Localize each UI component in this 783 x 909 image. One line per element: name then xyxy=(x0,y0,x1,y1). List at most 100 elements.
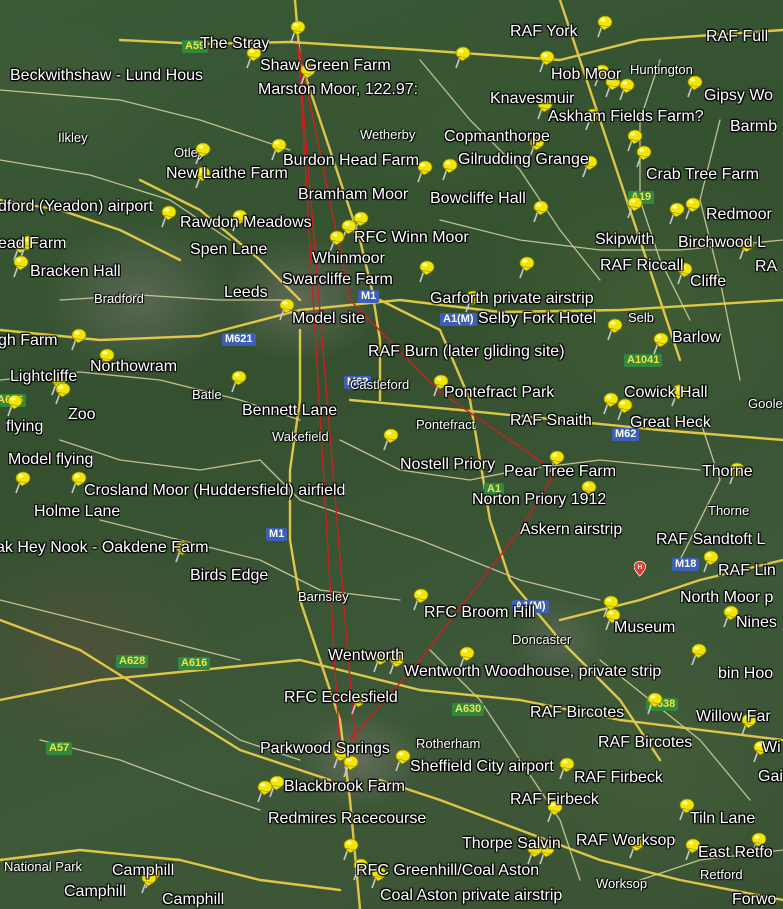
placemark-label[interactable]: Beckwithshaw - Lund Hous xyxy=(10,67,203,85)
pushpin-icon[interactable] xyxy=(642,690,664,716)
placemark-label[interactable]: North Moor p xyxy=(680,589,773,607)
placemark-label[interactable]: RAF Riccall xyxy=(600,257,684,275)
placemark-label[interactable]: RFC Greenhill/Coal Aston xyxy=(356,862,539,880)
placemark-label[interactable]: Nines xyxy=(736,614,777,632)
pushpin-icon[interactable] xyxy=(156,203,178,229)
placemark-label[interactable]: Barmb xyxy=(730,118,777,136)
placemark-label[interactable]: Bramham Moor xyxy=(298,186,408,204)
placemark-label[interactable]: Crab Tree Farm xyxy=(646,166,759,184)
satellite-map[interactable]: A59A19M1A1(M)M621A1041M62A646M62A1M1M18A… xyxy=(0,0,783,909)
pushpin-icon[interactable] xyxy=(2,392,24,418)
pushpin-icon[interactable] xyxy=(378,426,400,452)
placemark-label[interactable]: Cowick Hall xyxy=(624,384,708,402)
placemark-label[interactable]: Great Heck xyxy=(630,414,711,432)
pushpin-icon[interactable] xyxy=(528,198,550,224)
placemark-label[interactable]: Parkwood Springs xyxy=(260,740,390,758)
pushpin-icon[interactable] xyxy=(190,140,212,166)
placemark-label[interactable]: Rawdon Meadows xyxy=(180,214,312,232)
placemark-label[interactable]: Museum xyxy=(614,619,675,637)
pushpin-icon[interactable] xyxy=(514,254,536,280)
hospital-icon[interactable]: H xyxy=(634,560,650,582)
placemark-label[interactable]: Pear Tree Farm xyxy=(504,463,616,481)
placemark-label[interactable]: Shaw Green Farm xyxy=(260,57,391,75)
placemark-label[interactable]: Forwo xyxy=(732,891,776,909)
placemark-label[interactable]: East Retfo xyxy=(698,844,773,862)
placemark-label[interactable]: ead Farm xyxy=(0,235,66,253)
pushpin-icon[interactable] xyxy=(554,755,576,781)
placemark-label[interactable]: Knavesmuir xyxy=(490,90,574,108)
placemark-label[interactable]: Burdon Head Farm xyxy=(283,152,419,170)
placemark-label[interactable]: New Laithe Farm xyxy=(166,165,288,183)
pushpin-icon[interactable] xyxy=(602,316,624,342)
placemark-label[interactable]: Camphill xyxy=(162,891,224,909)
pushpin-icon[interactable] xyxy=(592,13,614,39)
placemark-label[interactable]: gh Farm xyxy=(0,332,58,350)
placemark-label[interactable]: RAF Snaith xyxy=(510,412,592,430)
placemark-label[interactable]: Model site xyxy=(292,310,365,328)
placemark-label[interactable]: Askern airstrip xyxy=(520,521,622,539)
placemark-label[interactable]: Cliffe xyxy=(690,273,726,291)
placemark-label[interactable]: Selby Fork Hotel xyxy=(478,310,596,328)
placemark-label[interactable]: flying xyxy=(6,418,43,436)
placemark-label[interactable]: Redmoor xyxy=(706,206,772,224)
placemark-label[interactable]: RAF Burn (later gliding site) xyxy=(368,343,565,361)
placemark-label[interactable]: Holme Lane xyxy=(34,503,120,521)
placemark-label[interactable]: Garforth private airstrip xyxy=(430,290,594,308)
placemark-label[interactable]: Tiln Lane xyxy=(690,810,755,828)
placemark-label[interactable]: Northowram xyxy=(90,358,177,376)
placemark-label[interactable]: Barlow xyxy=(672,329,721,347)
placemark-label[interactable]: Pontefract Park xyxy=(444,384,554,402)
pushpin-icon[interactable] xyxy=(437,156,459,182)
placemark-label[interactable]: Swarcliffe Farm xyxy=(282,271,393,289)
pushpin-icon[interactable] xyxy=(252,778,274,804)
placemark-label[interactable]: Askham Fields Farm? xyxy=(548,108,704,126)
placemark-label[interactable]: RAF Bircotes xyxy=(530,704,624,722)
placemark-label[interactable]: Bowcliffe Hall xyxy=(430,190,526,208)
pushpin-icon[interactable] xyxy=(686,641,708,667)
placemark-label[interactable]: Norton Priory 1912 xyxy=(472,491,606,509)
placemark-label[interactable]: RAF Full xyxy=(706,28,768,46)
pushpin-icon[interactable] xyxy=(390,747,412,773)
placemark-label[interactable]: Willow Far xyxy=(696,708,771,726)
pushpin-icon[interactable] xyxy=(8,253,30,279)
placemark-label[interactable]: RAF Bircotes xyxy=(598,734,692,752)
pushpin-icon[interactable] xyxy=(66,326,88,352)
pushpin-icon[interactable] xyxy=(648,330,670,356)
placemark-label[interactable]: Crosland Moor (Huddersfield) airfield xyxy=(84,482,345,500)
placemark-label[interactable]: Camphill xyxy=(112,862,174,880)
placemark-label[interactable]: RFC Winn Moor xyxy=(354,229,469,247)
placemark-label[interactable]: Birchwood L xyxy=(678,234,766,252)
placemark-label[interactable]: RFC Broom Hill xyxy=(424,604,535,622)
placemark-label[interactable]: Nostell Priory xyxy=(400,456,495,474)
pushpin-icon[interactable] xyxy=(680,195,702,221)
placemark-label[interactable]: Redmires Racecourse xyxy=(268,810,426,828)
placemark-label[interactable]: Thorne xyxy=(702,463,753,481)
placemark-label[interactable]: Model flying xyxy=(8,451,93,469)
placemark-label[interactable]: RA xyxy=(755,258,777,276)
placemark-label[interactable]: Bracken Hall xyxy=(30,263,121,281)
placemark-label[interactable]: Gipsy Wo xyxy=(704,87,773,105)
placemark-label[interactable]: Camphill xyxy=(64,883,126,901)
placemark-label[interactable]: Thorpe Salvin xyxy=(462,835,561,853)
placemark-label[interactable]: Birds Edge xyxy=(190,567,268,585)
pushpin-icon[interactable] xyxy=(450,44,472,70)
placemark-label[interactable]: Leeds xyxy=(224,284,268,302)
placemark-label[interactable]: Sheffield City airport xyxy=(410,758,554,776)
placemark-label[interactable]: The Stray xyxy=(200,35,269,53)
placemark-label[interactable]: RFC Ecclesfield xyxy=(284,689,398,707)
placemark-label[interactable]: Marston Moor, 122.97: xyxy=(258,81,418,99)
placemark-label[interactable]: RAF Firbeck xyxy=(574,769,663,787)
placemark-label[interactable]: Whinmoor xyxy=(312,250,385,268)
placemark-label[interactable]: Gilrudding Grange xyxy=(458,151,589,169)
placemark-label[interactable]: Gains xyxy=(758,768,783,786)
placemark-label[interactable]: Zoo xyxy=(68,406,96,424)
placemark-label[interactable]: Lightcliffe xyxy=(10,368,77,386)
placemark-label[interactable]: Hob Moor xyxy=(551,66,621,84)
placemark-label[interactable]: Bennett Lane xyxy=(242,402,337,420)
placemark-label[interactable]: dford (Yeadon) airport xyxy=(0,198,153,216)
placemark-label[interactable]: Blackbrook Farm xyxy=(284,778,405,796)
placemark-label[interactable]: RAF Lin xyxy=(718,562,776,580)
placemark-label[interactable]: RAF Worksop xyxy=(576,832,675,850)
placemark-label[interactable]: RAF Firbeck xyxy=(510,791,599,809)
placemark-label[interactable]: Wi xyxy=(762,739,781,757)
